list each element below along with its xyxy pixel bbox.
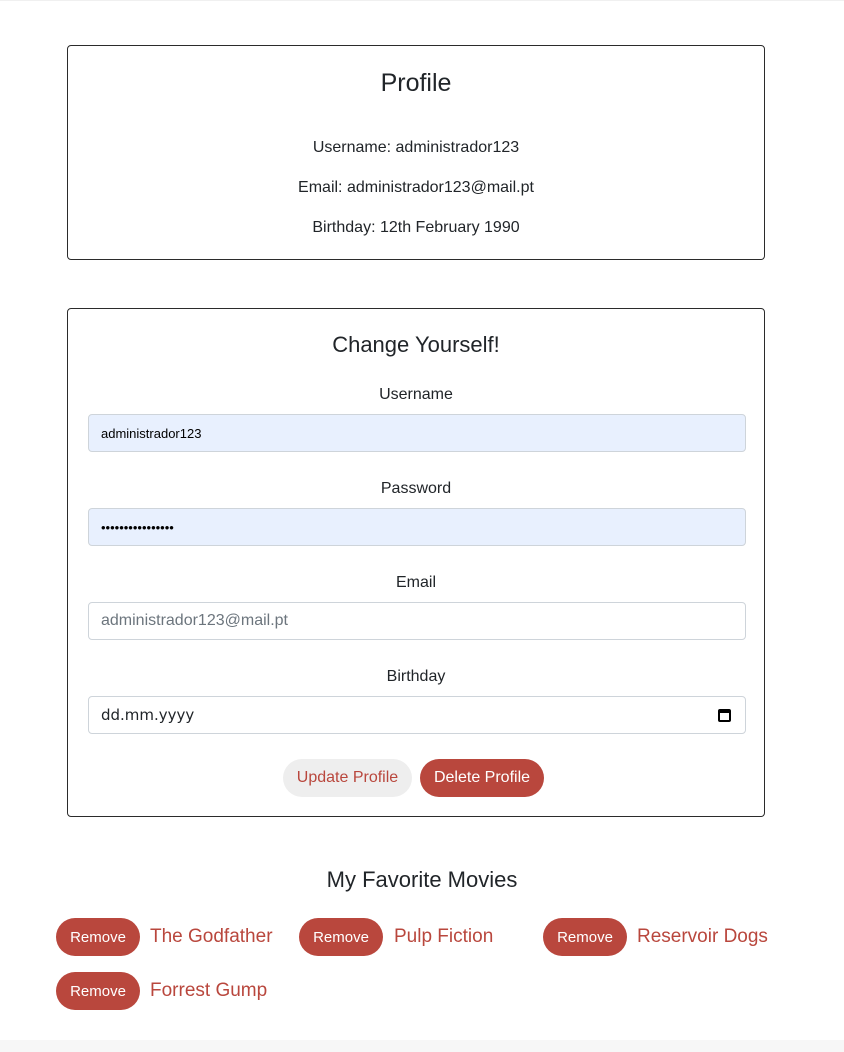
password-value: ••••••••••••••••	[101, 519, 174, 535]
movie-title[interactable]: Forrest Gump	[150, 979, 267, 1003]
edit-form-title: Change Yourself!	[332, 332, 500, 357]
remove-button[interactable]: Remove	[299, 918, 383, 956]
profile-card: Profile Username: administrador123 Email…	[67, 45, 765, 260]
username-input[interactable]: administrador123	[88, 414, 746, 452]
profile-username: Username: administrador123	[312, 139, 520, 156]
password-label: Password	[380, 480, 452, 497]
page-bottom	[0, 1040, 844, 1052]
email-input[interactable]: administrador123@mail.pt	[88, 602, 746, 640]
movie-title[interactable]: Pulp Fiction	[394, 925, 493, 949]
profile-birthday: Birthday: 12th February 1990	[312, 219, 520, 236]
remove-button[interactable]: Remove	[56, 918, 140, 956]
top-border	[0, 0, 844, 1]
profile-title: Profile	[380, 69, 452, 97]
delete-profile-button[interactable]: Delete Profile	[420, 759, 544, 797]
remove-button[interactable]: Remove	[543, 918, 627, 956]
email-placeholder: administrador123@mail.pt	[101, 612, 288, 629]
update-profile-button[interactable]: Update Profile	[283, 759, 412, 797]
username-label: Username	[379, 386, 453, 403]
password-input[interactable]: ••••••••••••••••	[88, 508, 746, 546]
movie-title[interactable]: The Godfather	[150, 925, 273, 949]
username-value: administrador123	[101, 425, 202, 441]
email-label: Email	[395, 574, 436, 591]
calendar-icon[interactable]	[718, 709, 731, 722]
profile-email: Email: administrador123@mail.pt	[298, 179, 534, 196]
birthday-label: Birthday	[386, 668, 446, 685]
birthday-placeholder: dd.mm.yyyy	[101, 706, 195, 724]
edit-profile-form: Change Yourself! Username administrador1…	[67, 308, 765, 817]
favorites-title: My Favorite Movies	[326, 867, 518, 892]
birthday-input[interactable]: dd.mm.yyyy	[88, 696, 746, 734]
movie-title[interactable]: Reservoir Dogs	[637, 925, 768, 949]
remove-button[interactable]: Remove	[56, 972, 140, 1010]
